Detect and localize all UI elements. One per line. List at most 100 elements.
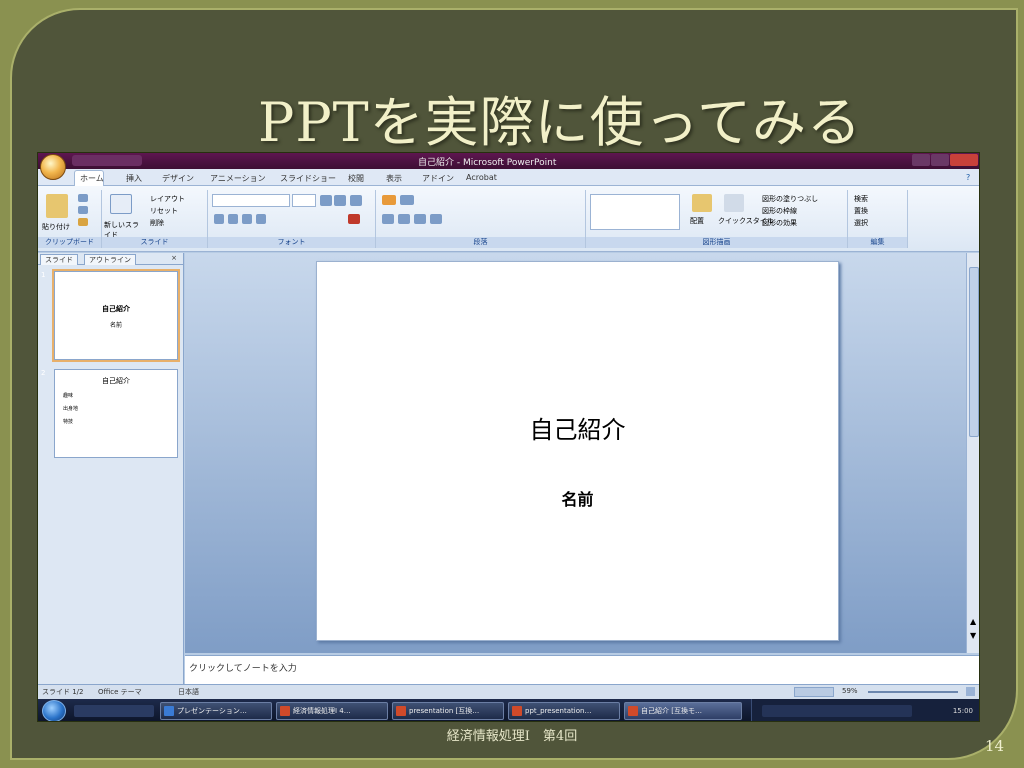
shapes-gallery[interactable] <box>590 194 680 230</box>
tray-icons[interactable] <box>762 705 912 717</box>
grow-font-icon[interactable] <box>320 195 332 206</box>
tab-addins[interactable]: アドイン <box>422 173 454 184</box>
help-icon[interactable]: ? <box>966 173 970 182</box>
system-tray: 15:00 <box>751 699 979 721</box>
find-button[interactable]: 検索 <box>854 194 868 204</box>
workspace: スライド アウトライン × 1 自己紹介 名前 2 自己紹介 趣味 出身地 特技… <box>38 253 979 690</box>
new-slide-icon[interactable] <box>110 194 132 214</box>
clock[interactable]: 15:00 <box>953 699 973 721</box>
maximize-button[interactable] <box>931 154 949 166</box>
group-label-paragraph: 段落 <box>376 237 585 248</box>
taskbar-item-label: presentation [互換… <box>409 707 480 715</box>
taskbar-item-label: 自己紹介 [互換モ… <box>641 707 702 715</box>
tab-review[interactable]: 校閲 <box>348 173 364 184</box>
main-slide-subtitle[interactable]: 名前 <box>317 486 838 510</box>
thumbnail-2-bullet: 出身地 <box>63 406 79 412</box>
arrange-button[interactable]: 配置 <box>690 216 704 226</box>
vertical-scrollbar[interactable]: ▲ ▼ <box>966 253 979 653</box>
tab-animations[interactable]: アニメーション <box>210 173 266 184</box>
quick-access-toolbar[interactable] <box>72 155 142 166</box>
bold-icon[interactable] <box>214 214 224 224</box>
align-left-icon[interactable] <box>382 214 394 224</box>
shape-fill-button[interactable]: 図形の塗りつぶし <box>762 194 818 204</box>
select-button[interactable]: 選択 <box>854 218 868 228</box>
taskbar-item[interactable]: ppt_presentation… <box>508 702 620 720</box>
font-size-combo[interactable] <box>292 194 316 207</box>
app-icon <box>164 706 174 716</box>
ribbon: 貼り付け クリップボード 新しいスライド レイアウト リセット 削除 スライド <box>38 186 979 252</box>
powerpoint-window: 自己紹介 - Microsoft PowerPoint ホーム 挿入 デザイン … <box>37 152 980 722</box>
start-button[interactable] <box>42 700 66 721</box>
copy-icon[interactable] <box>78 206 88 214</box>
tab-acrobat[interactable]: Acrobat <box>466 173 497 182</box>
clear-format-icon[interactable] <box>350 195 362 206</box>
paste-button[interactable]: 貼り付け <box>42 222 70 232</box>
tab-outline[interactable]: アウトライン <box>84 254 136 265</box>
thumbnail-number-1: 1 <box>41 271 46 279</box>
replace-button[interactable]: 置換 <box>854 206 868 216</box>
tab-slides[interactable]: スライド <box>40 254 78 265</box>
close-button[interactable] <box>950 154 978 166</box>
view-buttons[interactable] <box>794 687 834 697</box>
notes-placeholder: クリックしてノートを入力 <box>189 664 297 674</box>
main-slide-canvas[interactable]: 自己紹介 名前 <box>316 261 839 641</box>
page-number: 14 <box>985 737 1005 755</box>
office-button[interactable] <box>40 154 66 180</box>
font-color-icon[interactable] <box>348 214 360 224</box>
slide-counter: スライド 1/2 <box>42 688 84 696</box>
taskbar-item[interactable]: presentation [互換… <box>392 702 504 720</box>
numbering-icon[interactable] <box>400 195 414 205</box>
group-drawing: 配置 クイックスタイル 図形の塗りつぶし 図形の枠線 図形の効果 図形描画 <box>586 190 848 248</box>
taskbar-item[interactable]: プレゼンテーション… <box>160 702 272 720</box>
quick-launch[interactable] <box>74 705 154 717</box>
prev-slide-icon[interactable]: ▲ <box>970 617 976 626</box>
underline-icon[interactable] <box>242 214 252 224</box>
shape-effects-button[interactable]: 図形の効果 <box>762 218 797 228</box>
bullets-icon[interactable] <box>382 195 396 205</box>
next-slide-icon[interactable]: ▼ <box>970 631 976 640</box>
tab-view[interactable]: 表示 <box>386 173 402 184</box>
tab-home[interactable]: ホーム <box>80 173 104 184</box>
window-titlebar: 自己紹介 - Microsoft PowerPoint <box>38 153 979 169</box>
scrollbar-thumb[interactable] <box>969 267 979 437</box>
cut-icon[interactable] <box>78 194 88 202</box>
justify-icon[interactable] <box>430 214 442 224</box>
status-bar: スライド 1/2 Office テーマ 日本語 59% <box>38 684 979 699</box>
font-name-combo[interactable] <box>212 194 290 207</box>
slide-thumbnail-1[interactable]: 自己紹介 名前 <box>54 271 178 360</box>
tab-insert[interactable]: 挿入 <box>126 173 142 184</box>
arrange-icon[interactable] <box>692 194 712 212</box>
align-center-icon[interactable] <box>398 214 410 224</box>
slide-thumbnail-2[interactable]: 自己紹介 趣味 出身地 特技 <box>54 369 178 458</box>
strikethrough-icon[interactable] <box>256 214 266 224</box>
quick-styles-icon[interactable] <box>724 194 744 212</box>
zoom-slider[interactable] <box>868 691 958 693</box>
taskbar-item-label: ppt_presentation… <box>525 707 592 715</box>
tab-design[interactable]: デザイン <box>162 173 194 184</box>
fit-window-icon[interactable] <box>966 687 975 696</box>
close-pane-icon[interactable]: × <box>171 254 177 262</box>
slide-editor: 自己紹介 名前 <box>185 253 966 653</box>
layout-button[interactable]: レイアウト <box>150 194 185 204</box>
format-painter-icon[interactable] <box>78 218 88 226</box>
taskbar-item[interactable]: 経済情報処理Ⅰ 4… <box>276 702 388 720</box>
reset-button[interactable]: リセット <box>150 206 178 216</box>
shrink-font-icon[interactable] <box>334 195 346 206</box>
tab-slideshow[interactable]: スライドショー <box>280 173 336 184</box>
italic-icon[interactable] <box>228 214 238 224</box>
window-title: 自己紹介 - Microsoft PowerPoint <box>418 158 557 168</box>
group-slides: 新しいスライド レイアウト リセット 削除 スライド <box>102 190 208 248</box>
delete-button[interactable]: 削除 <box>150 218 164 228</box>
minimize-button[interactable] <box>912 154 930 166</box>
group-label-editing: 編集 <box>848 237 907 248</box>
taskbar-item-label: プレゼンテーション… <box>177 707 247 715</box>
group-font: フォント <box>208 190 376 248</box>
slide-title: PPTを実際に使ってみる <box>258 91 862 154</box>
taskbar-item-active[interactable]: 自己紹介 [互換モ… <box>624 702 742 720</box>
paste-icon[interactable] <box>46 194 68 218</box>
shape-outline-button[interactable]: 図形の枠線 <box>762 206 797 216</box>
main-slide-title[interactable]: 自己紹介 <box>317 410 838 445</box>
group-label-drawing: 図形描画 <box>586 237 847 248</box>
thumbnail-1-title: 自己紹介 <box>102 305 130 313</box>
align-right-icon[interactable] <box>414 214 426 224</box>
